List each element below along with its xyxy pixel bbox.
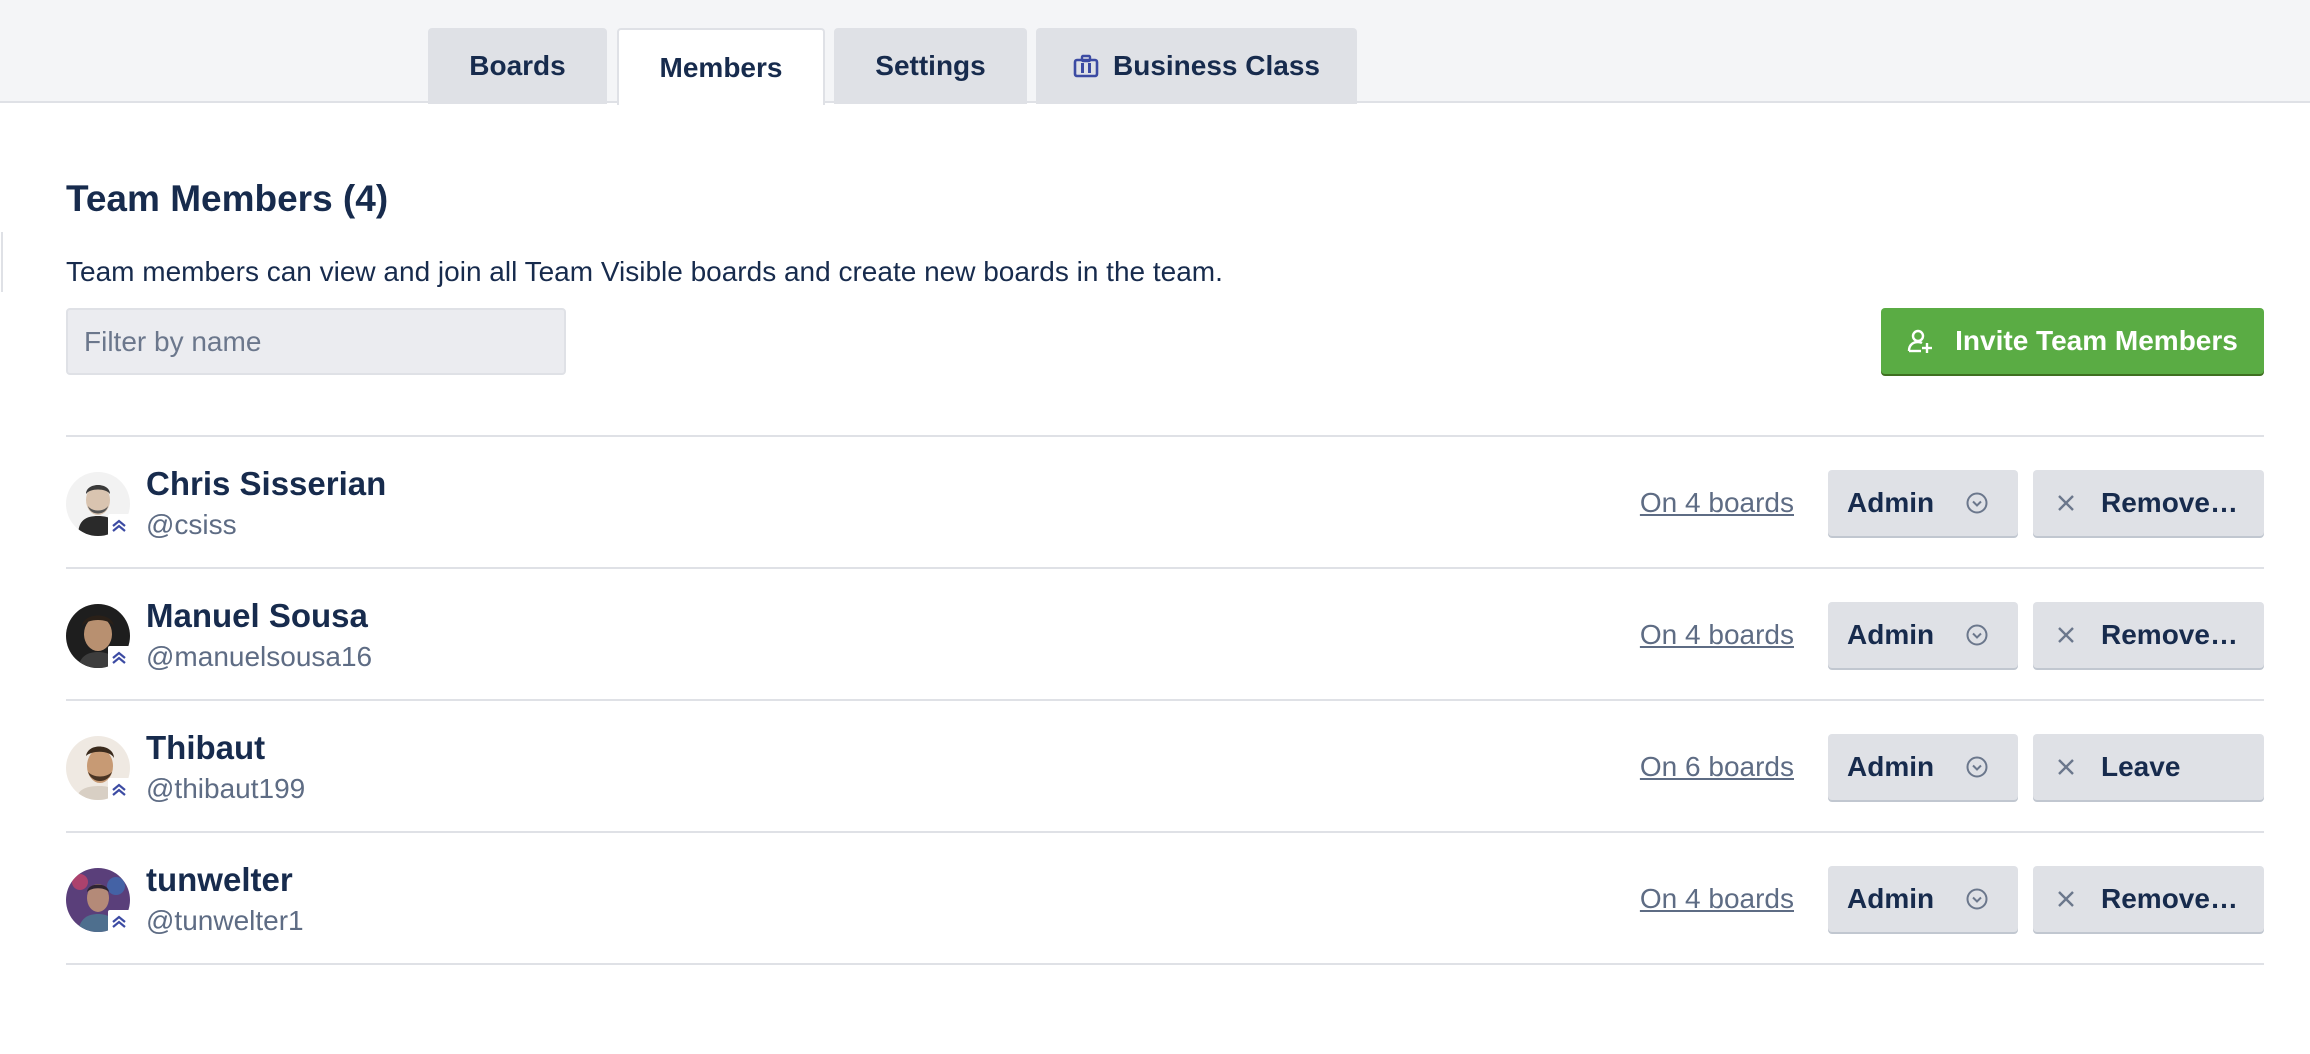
tab-members[interactable]: Members <box>617 28 825 105</box>
member-username: @csiss <box>146 509 237 540</box>
close-icon <box>2055 624 2077 646</box>
tab-business-class[interactable]: Business Class <box>1036 28 1357 104</box>
member-row: tunwelter @tunwelter1 On 4 boards Admin … <box>66 833 2264 965</box>
role-label: Admin <box>1847 619 1935 650</box>
member-role-dropdown[interactable]: Admin <box>1828 602 2018 668</box>
member-role-dropdown[interactable]: Admin <box>1828 866 2018 932</box>
remove-member-button[interactable]: Remove… <box>2033 470 2264 536</box>
chevron-down-circle-icon <box>1965 491 1989 515</box>
tab-label: Settings <box>875 50 986 81</box>
member-name: Thibaut <box>146 729 266 766</box>
remove-label: Remove… <box>2101 619 2238 650</box>
tab-boards[interactable]: Boards <box>428 28 607 104</box>
team-tab-bar: Boards Members Settings Business Class <box>0 0 2310 105</box>
role-label: Admin <box>1847 751 1935 782</box>
member-boards-link[interactable]: On 4 boards <box>1640 619 1794 651</box>
admin-badge-icon <box>108 514 130 536</box>
sidebar-edge <box>0 232 3 292</box>
member-row: Chris Sisserian @csiss On 4 boards Admin… <box>66 437 2264 569</box>
member-name: Chris Sisserian <box>146 465 387 502</box>
role-label: Admin <box>1847 883 1935 914</box>
tab-label: Boards <box>469 50 566 81</box>
admin-badge-icon <box>108 910 130 932</box>
member-username: @thibaut199 <box>146 773 306 804</box>
leave-team-button[interactable]: Leave <box>2033 734 2264 800</box>
chevron-down-circle-icon <box>1965 755 1989 779</box>
invite-button-label: Invite Team Members <box>1955 325 2238 356</box>
close-icon <box>2055 888 2077 910</box>
member-name: Manuel Sousa <box>146 597 368 634</box>
member-username: @tunwelter1 <box>146 905 304 936</box>
close-icon <box>2055 756 2077 778</box>
member-role-dropdown[interactable]: Admin <box>1828 470 2018 536</box>
section-description: Team members can view and join all Team … <box>66 256 1223 287</box>
member-row: Thibaut @thibaut199 On 6 boards Admin Le… <box>66 701 2264 833</box>
member-boards-link[interactable]: On 6 boards <box>1640 751 1794 783</box>
member-boards-link[interactable]: On 4 boards <box>1640 883 1794 915</box>
member-list: Chris Sisserian @csiss On 4 boards Admin… <box>66 435 2264 965</box>
member-role-dropdown[interactable]: Admin <box>1828 734 2018 800</box>
remove-label: Remove… <box>2101 487 2238 518</box>
add-member-icon <box>1907 328 1933 354</box>
invite-team-members-button[interactable]: Invite Team Members <box>1881 308 2264 374</box>
member-row: Manuel Sousa @manuelsousa16 On 4 boards … <box>66 569 2264 701</box>
admin-badge-icon <box>108 646 130 668</box>
chevron-down-circle-icon <box>1965 887 1989 911</box>
remove-member-button[interactable]: Remove… <box>2033 866 2264 932</box>
member-boards-link[interactable]: On 4 boards <box>1640 487 1794 519</box>
filter-by-name-input[interactable] <box>66 308 566 375</box>
admin-badge-icon <box>108 778 130 800</box>
chevron-down-circle-icon <box>1965 623 1989 647</box>
role-label: Admin <box>1847 487 1935 518</box>
tab-settings[interactable]: Settings <box>834 28 1027 104</box>
leave-label: Leave <box>2101 751 2181 782</box>
briefcase-icon <box>1073 54 1099 78</box>
close-icon <box>2055 492 2077 514</box>
member-username: @manuelsousa16 <box>146 641 373 672</box>
page-title: Team Members (4) <box>66 178 389 219</box>
tab-label: Members <box>659 51 783 83</box>
member-name: tunwelter <box>146 861 293 898</box>
remove-member-button[interactable]: Remove… <box>2033 602 2264 668</box>
remove-label: Remove… <box>2101 883 2238 914</box>
tab-label: Business Class <box>1113 50 1320 81</box>
